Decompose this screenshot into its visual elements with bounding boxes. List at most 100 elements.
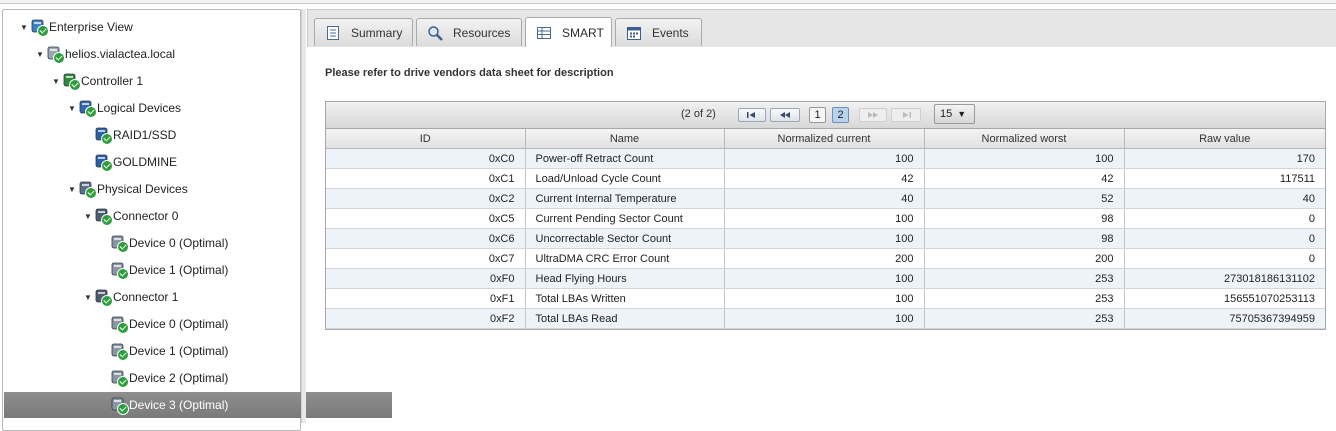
enterprise-tree-panel: ▼ Enterprise View ▼ helios.vialactea.local ▼… [2, 9, 392, 431]
smart-notice-text: Please refer to drive vendors data sheet… [325, 67, 614, 79]
tab-summary[interactable]: Summary [314, 18, 413, 46]
device-details-panel: Summary Resources SMART Events Please re… [307, 9, 1336, 423]
cell-normalized-current: 100 [724, 148, 925, 169]
cell-normalized-current: 200 [724, 248, 925, 269]
expand-toggle-icon[interactable]: ▼ [82, 210, 94, 222]
cell-normalized-worst: 98 [924, 208, 1125, 229]
tree-node-label: Connector 0 [113, 209, 179, 223]
cell-raw-value: 117511 [1124, 168, 1325, 189]
table-row[interactable]: 0xC7 UltraDMA CRC Error Count 200 200 0 [326, 248, 1325, 269]
cell-name: Power-off Retract Count [525, 148, 725, 169]
controller-icon [62, 72, 81, 91]
tab-events-label: Events [652, 25, 689, 40]
connector-icon [94, 207, 113, 226]
table-row[interactable]: 0xC1 Load/Unload Cycle Count 42 42 117511 [326, 168, 1325, 189]
cell-normalized-current: 42 [724, 168, 925, 189]
expand-toggle-icon[interactable]: ▼ [34, 48, 46, 60]
cell-raw-value: 273018186131102 [1124, 268, 1325, 289]
cell-id: 0xC6 [326, 228, 526, 249]
tree-node[interactable]: ▼ Enterprise View [4, 14, 312, 40]
cell-normalized-worst: 100 [924, 148, 1125, 169]
table-row[interactable]: 0xF0 Head Flying Hours 100 253 2730181861311… [326, 268, 1325, 289]
logical-drive-icon [94, 126, 113, 145]
calendar-icon [626, 25, 642, 41]
status-ok-icon [85, 106, 97, 118]
tab-resources[interactable]: Resources [416, 18, 522, 46]
expand-toggle-icon[interactable]: ▼ [50, 75, 62, 87]
tree-node-label: Device 3 (Optimal) [129, 398, 229, 412]
panel-splitter[interactable] [301, 9, 306, 423]
tab-events[interactable]: Events [615, 18, 702, 46]
cell-name: Total LBAs Read [525, 308, 725, 329]
cell-name: Uncorrectable Sector Count [525, 228, 725, 249]
first-page-icon [747, 112, 755, 118]
status-ok-icon [117, 403, 129, 415]
cell-name: Current Internal Temperature [525, 188, 725, 209]
tab-bar: Summary Resources SMART Events [307, 9, 1336, 47]
logical-drive-icon [94, 153, 113, 172]
cell-name: Current Pending Sector Count [525, 208, 725, 229]
tree-node-label: Physical Devices [97, 182, 188, 196]
column-header-raw-value[interactable]: Raw value [1124, 129, 1325, 149]
cell-name: Head Flying Hours [525, 268, 725, 289]
status-ok-icon [101, 133, 113, 145]
rows-per-page-dropdown[interactable]: 15 ▼ [934, 104, 975, 124]
physical-devices-icon [78, 180, 97, 199]
tree-node-label: Connector 1 [113, 290, 179, 304]
tree-node-label: Device 1 (Optimal) [129, 344, 229, 358]
cell-name: Total LBAs Written [525, 288, 725, 309]
column-header-name[interactable]: Name [525, 129, 725, 149]
tree-node-label: Device 2 (Optimal) [129, 371, 229, 385]
expand-toggle-icon[interactable]: ▼ [18, 21, 30, 33]
table-row[interactable]: 0xC6 Uncorrectable Sector Count 100 98 0 [326, 228, 1325, 249]
cell-raw-value: 75705367394959 [1124, 308, 1325, 329]
cell-id: 0xF2 [326, 308, 526, 329]
cell-normalized-worst: 200 [924, 248, 1125, 269]
page-button-1[interactable]: 1 [809, 107, 826, 123]
column-header-normalized-current[interactable]: Normalized current [724, 129, 925, 149]
rows-per-page-value: 15 [940, 108, 953, 120]
cell-normalized-worst: 98 [924, 228, 1125, 249]
column-header-normalized-worst[interactable]: Normalized worst [924, 129, 1125, 149]
cell-raw-value: 0 [1124, 208, 1325, 229]
previous-page-button[interactable] [770, 108, 800, 122]
table-row[interactable]: 0xC0 Power-off Retract Count 100 100 170 [326, 148, 1325, 169]
tree-node[interactable]: ▼ Controller 1 [4, 68, 344, 94]
server-icon [46, 45, 65, 64]
next-page-button[interactable] [859, 108, 887, 122]
smart-attributes-grid: (2 of 2) 1 2 15 ▼ ID Name Normalized cur… [325, 101, 1326, 330]
expand-toggle-icon[interactable]: ▼ [66, 183, 78, 195]
tab-smart-label: SMART [562, 25, 604, 40]
cell-normalized-worst: 253 [924, 308, 1125, 329]
next-page-icon [868, 112, 878, 118]
cell-normalized-current: 100 [724, 308, 925, 329]
disk-icon [110, 342, 129, 361]
cell-raw-value: 0 [1124, 248, 1325, 269]
cell-raw-value: 156551070253113 [1124, 288, 1325, 309]
cell-id: 0xC5 [326, 208, 526, 229]
table-row[interactable]: 0xF2 Total LBAs Read 100 253 75705367394959 [326, 308, 1325, 329]
expand-toggle-icon[interactable]: ▼ [66, 102, 78, 114]
expand-toggle-icon[interactable]: ▼ [82, 291, 94, 303]
cell-normalized-worst: 52 [924, 188, 1125, 209]
cell-normalized-current: 100 [724, 228, 925, 249]
cell-id: 0xC0 [326, 148, 526, 169]
table-row[interactable]: 0xC2 Current Internal Temperature 40 52 40 [326, 188, 1325, 209]
table-row[interactable]: 0xC5 Current Pending Sector Count 100 98 0 [326, 208, 1325, 229]
tab-smart[interactable]: SMART [525, 17, 612, 47]
paginator: (2 of 2) 1 2 15 ▼ [326, 102, 1325, 129]
column-header-id[interactable]: ID [326, 129, 526, 149]
status-ok-icon [85, 187, 97, 199]
first-page-button[interactable] [738, 108, 766, 122]
status-ok-icon [101, 160, 113, 172]
logical-devices-icon [78, 99, 97, 118]
magnifier-icon [427, 25, 443, 41]
table-row[interactable]: 0xF1 Total LBAs Written 100 253 156551070253… [326, 288, 1325, 309]
disk-icon [110, 234, 129, 253]
tree-node[interactable]: ▼ helios.vialactea.local [4, 41, 328, 67]
tree-node-label: helios.vialactea.local [65, 47, 176, 61]
chevron-down-icon: ▼ [957, 109, 967, 119]
last-page-button[interactable] [891, 108, 921, 122]
status-ok-icon [117, 376, 129, 388]
page-button-2[interactable]: 2 [832, 107, 849, 123]
